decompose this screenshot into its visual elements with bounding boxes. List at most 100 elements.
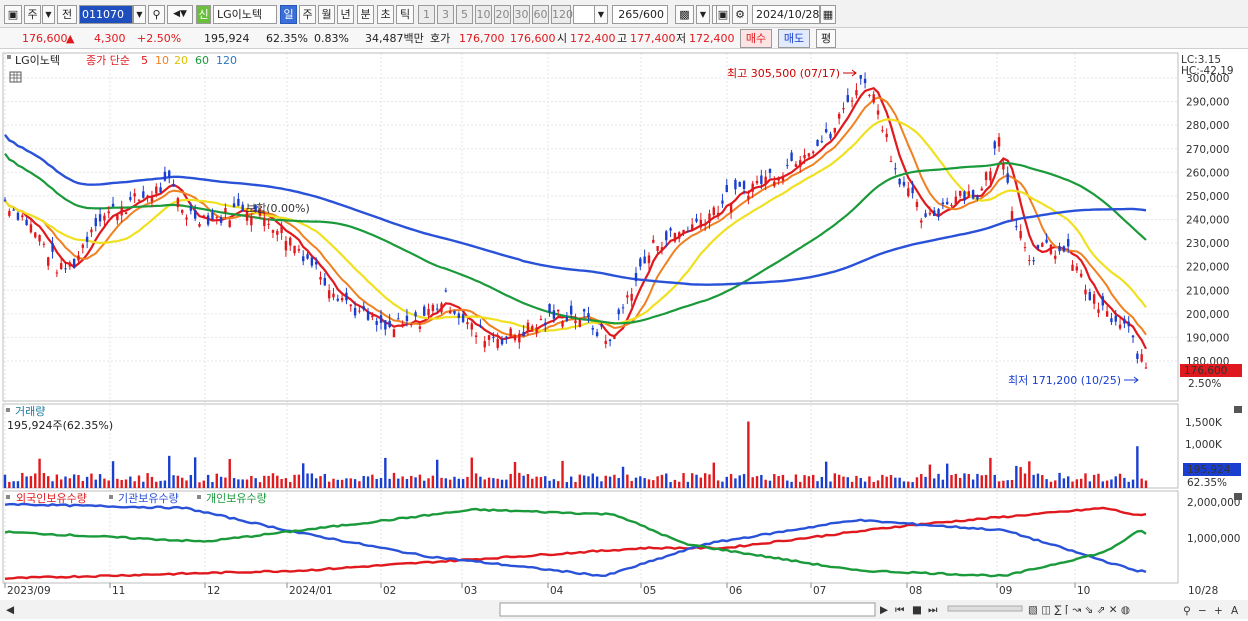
scroll-right-icon[interactable]: ▶ [880,604,889,616]
zoom-in-icon[interactable]: + [1214,605,1223,617]
stock-chart[interactable]: LG이노텍 종가 단순 5 10 20 60 120 최고 305,500 (0… [0,50,1248,620]
volume-close-icon[interactable] [1234,406,1242,413]
tools-icons[interactable]: ▧ ◫ ∑ ⌈ ↝ ⇘ ⇗ ✕ ◍ [1028,604,1130,616]
volume-bar [323,473,327,488]
volume-bar [1049,481,1053,488]
hold-tick-2m: 2,000,000 [1187,497,1240,509]
custom-period-dropdown-icon[interactable]: ▼ [594,5,608,24]
minute-20[interactable]: 20 [494,5,511,24]
low-label: 저 [676,32,687,45]
candle-body [1101,296,1104,306]
candle-body [25,219,28,226]
table-icon[interactable] [9,71,22,83]
candle-body [353,307,357,316]
period-tab-day[interactable]: 일 [280,5,297,24]
stop-icon[interactable]: ■ [912,604,922,616]
volume-bar [444,478,448,488]
volume-bar [777,476,780,488]
period-tab-second[interactable]: 초 [377,5,394,24]
window-icon[interactable]: ▣ [4,5,22,24]
volume-bar [42,473,46,488]
candle-body [431,304,435,312]
volume-bar [232,478,236,488]
candle-body [859,75,862,79]
volume-bar [379,478,383,488]
minute-1[interactable]: 1 [418,5,435,24]
volume-bar [38,458,41,488]
volume-bar [781,474,785,488]
date-input[interactable]: 2024/10/28 [752,5,820,24]
candle-icon[interactable]: ▩ [675,5,694,24]
minute-60[interactable]: 60 [532,5,549,24]
first-page-icon[interactable]: ⏮ [895,604,905,616]
last-page-icon[interactable]: ⏭ [928,604,938,616]
code-dropdown-icon[interactable]: ▼ [133,5,146,24]
volume-bar [470,457,473,488]
zoom-out-icon[interactable]: − [1198,605,1207,617]
period-tab-week[interactable]: 주 [299,5,316,24]
volume-bar [855,475,858,488]
candle-body [513,335,517,341]
scroll-left-icon[interactable]: ◀ [6,604,15,616]
price-tick: 210,000 [1186,285,1229,297]
minute-5[interactable]: 5 [456,5,473,24]
candle-body [336,298,339,301]
market-select[interactable]: 주 [24,5,41,24]
volume-bar [68,478,72,488]
volume-bar [371,474,374,488]
eval-button[interactable]: 평 [816,29,836,48]
candle-body [937,209,940,215]
volume-bar [314,478,318,488]
trade-amount: 34,487백만 [365,32,424,45]
search-icon[interactable]: ⚲ [148,5,165,24]
gear-icon[interactable]: ⚙ [732,5,748,24]
candle-body [1105,311,1109,317]
minute-10[interactable]: 10 [475,5,492,24]
minute-120[interactable]: 120 [551,5,573,24]
candle-body [1054,255,1057,260]
candle-body [673,233,677,242]
minute-30[interactable]: 30 [513,5,530,24]
candle-body [915,201,919,208]
prev-button[interactable]: 전 [57,5,77,24]
volume-bar [289,482,292,488]
scrollbar-thumb[interactable] [499,602,876,617]
period-tab-month[interactable]: 월 [318,5,335,24]
volume-bar [241,479,244,488]
data-count-field[interactable]: 265/600 [612,5,668,24]
volume-bar [1071,481,1074,488]
candle-body [198,223,201,227]
candle-body [276,231,279,235]
volume-bar [193,457,197,488]
stock-name-field[interactable]: LG이노텍 [213,5,277,24]
save-icon[interactable]: ▣ [716,5,730,24]
period-tab-tick[interactable]: 틱 [396,5,414,24]
candle-body [228,220,231,227]
stock-code-input[interactable]: 011070 [79,5,133,24]
zoom-search-icon[interactable]: ⚲ [1183,605,1191,617]
buy-button[interactable]: 매수 [740,29,772,48]
volume-bar [773,474,776,488]
candle-body [773,181,776,187]
candle-body [548,303,551,313]
sound-icon[interactable]: ◀▼ [167,5,193,24]
holdings-close-icon[interactable] [1234,493,1242,500]
volume-bar [976,473,979,488]
candle-body [202,215,206,217]
market-dropdown-icon[interactable]: ▼ [42,5,55,24]
period-tab-year[interactable]: 년 [337,5,354,24]
sell-button[interactable]: 매도 [778,29,810,48]
volume-bar [703,473,707,488]
period-tab-minute[interactable]: 분 [357,5,374,24]
candle-body [850,100,854,102]
calendar-icon[interactable]: ▦ [820,5,836,24]
candle-body [280,226,283,234]
zoom-slider[interactable] [947,605,1023,612]
legend-ma20: 20 [174,54,188,67]
font-size-icon[interactable]: A [1231,605,1239,617]
candle-body [1123,318,1126,324]
chart-toolbar: ▣ 주 ▼ 전 011070 ▼ ⚲ ◀▼ 신 LG이노텍 일 주 월 년 분 … [0,0,1248,28]
candle-body [16,212,20,220]
chart-type-dropdown-icon[interactable]: ▼ [696,5,710,24]
minute-3[interactable]: 3 [437,5,454,24]
